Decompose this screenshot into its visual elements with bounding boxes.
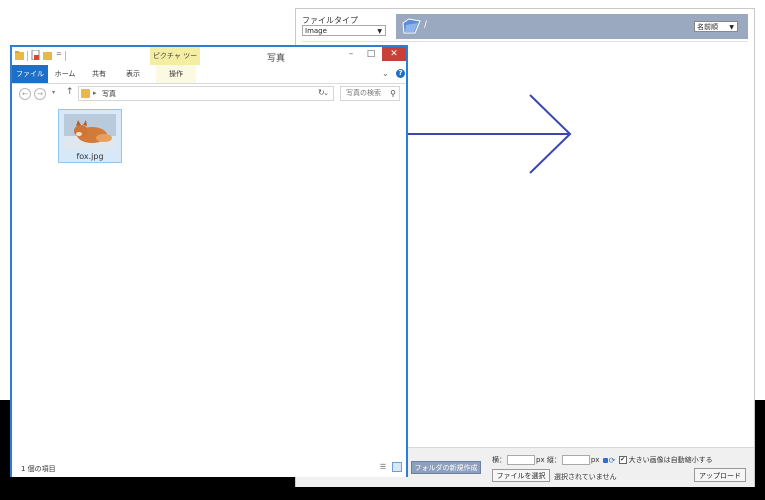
folder-icon[interactable] [15, 50, 24, 60]
forward-icon[interactable]: → [34, 88, 46, 100]
minimize-button[interactable]: – [342, 47, 360, 61]
title-bar: = ピクチャ ツール 写真 – □ ✕ [12, 47, 406, 78]
tab-home[interactable]: ホーム [52, 65, 78, 83]
ribbon-tabs: ファイル ホーム 共有 表示 操作 ⌄ ? [12, 65, 406, 84]
picture-tools-tab[interactable]: ピクチャ ツール [150, 47, 200, 78]
details-view-icon[interactable]: ☰ [378, 462, 388, 472]
sort-value: 名前順 [697, 23, 718, 31]
search-icon[interactable]: ⚲ [390, 87, 396, 100]
explorer-window: = ピクチャ ツール 写真 – □ ✕ ファイル ホーム 共有 表示 操作 ⌄ … [10, 45, 408, 477]
folder-icon [81, 89, 90, 98]
item-count: 1 個の項目 [21, 465, 56, 473]
tab-share[interactable]: 共有 [86, 65, 112, 83]
tab-view[interactable]: 表示 [120, 65, 146, 83]
toolbar-separator [65, 51, 66, 61]
folder-icon[interactable] [402, 18, 422, 35]
dropdown-arrow-icon: ▼ [377, 28, 382, 35]
address-bar-row: ← → ▾ ↑ ▸ 写真 ⌄ ↻ 写真の検索 ⚲ [12, 84, 406, 104]
file-list: fox.jpg [12, 105, 406, 457]
large-icons-view-icon[interactable] [392, 462, 402, 472]
file-name: fox.jpg [76, 152, 104, 161]
address-bar[interactable]: ▸ 写真 ⌄ [78, 86, 334, 101]
tab-file[interactable]: ファイル [12, 65, 48, 83]
auto-shrink-label: 大きい画像は自動縮小する [628, 456, 713, 464]
filetype-value: Image [305, 27, 327, 35]
height-label: 縦： [546, 456, 561, 464]
upload-button[interactable]: アップロード [694, 468, 746, 482]
search-input[interactable]: 写真の検索 ⚲ [340, 86, 400, 101]
search-placeholder: 写真の検索 [346, 89, 381, 97]
height-unit: px [590, 456, 600, 464]
fox-thumbnail [64, 114, 116, 150]
lock-icon[interactable] [602, 457, 608, 463]
filetype-select[interactable]: Image ▼ [302, 25, 386, 36]
breadcrumb[interactable]: 写真 [102, 89, 116, 99]
current-path: / [424, 20, 428, 30]
height-input[interactable] [561, 455, 590, 465]
close-button[interactable]: ✕ [382, 47, 406, 61]
reset-icon[interactable]: ⟳ [609, 456, 616, 465]
window-title: 写真 [267, 54, 286, 64]
up-icon[interactable]: ↑ [66, 87, 74, 97]
new-folder-icon[interactable] [43, 50, 52, 60]
toolbar-separator [27, 51, 28, 61]
help-icon[interactable]: ? [396, 69, 405, 78]
new-folder-button[interactable]: フォルダの新規作成 [411, 461, 481, 474]
file-item[interactable]: fox.jpg [58, 109, 122, 163]
recent-locations-icon[interactable]: ▾ [52, 89, 55, 96]
auto-shrink-checkbox[interactable]: ✔ [618, 456, 627, 464]
fox-image [64, 114, 116, 150]
path-bar: / 名前順 ▼ [396, 14, 748, 39]
expand-ribbon-icon[interactable]: ⌄ [382, 69, 389, 78]
sort-select[interactable]: 名前順 ▼ [694, 21, 738, 32]
breadcrumb-chevron-icon[interactable]: ▸ [93, 89, 97, 97]
status-bar: 1 個の項目 ☰ [12, 459, 406, 477]
choose-file-button[interactable]: ファイルを選択 [492, 469, 550, 482]
width-label: 横： [492, 456, 506, 464]
back-icon[interactable]: ← [19, 88, 31, 100]
no-file-text: 選択されていません [554, 473, 617, 481]
properties-icon[interactable] [31, 50, 40, 60]
resize-options: 横： px 縦： px ⟳ ✔ 大きい画像は自動縮小する [492, 455, 713, 467]
dropdown-arrow-icon: ▼ [729, 24, 734, 31]
refresh-icon[interactable]: ↻ [318, 88, 325, 97]
divider [302, 41, 748, 42]
width-input[interactable] [507, 455, 535, 465]
customize-qat-icon[interactable]: = [56, 50, 62, 58]
tab-manage[interactable]: 操作 [156, 65, 196, 83]
width-unit: px [536, 456, 545, 464]
maximize-button[interactable]: □ [362, 47, 380, 61]
